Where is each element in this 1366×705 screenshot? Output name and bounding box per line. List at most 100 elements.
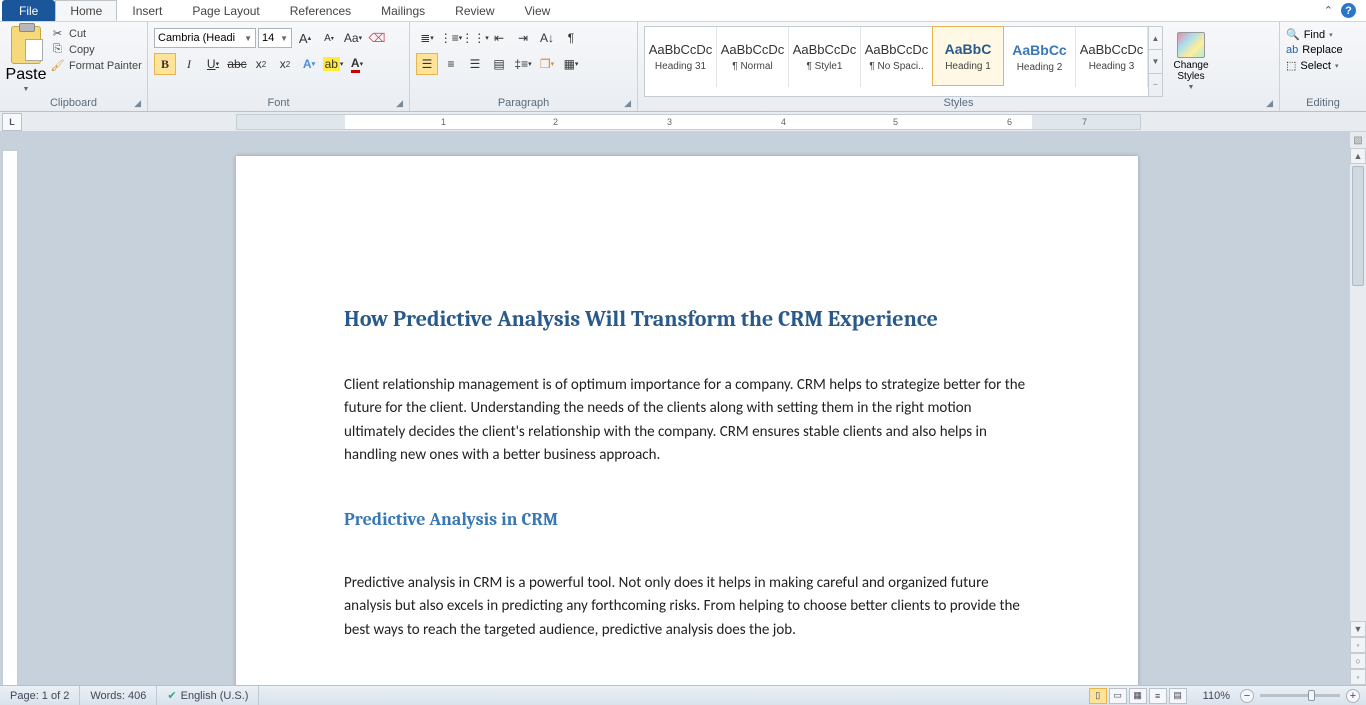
browse-object-icon[interactable]: ○ bbox=[1350, 653, 1366, 669]
gallery-down-icon[interactable]: ▼ bbox=[1149, 50, 1162, 73]
select-button[interactable]: ⬚Select▾ bbox=[1286, 59, 1343, 72]
zoom-knob[interactable] bbox=[1308, 690, 1315, 701]
numbering-button[interactable]: ⋮≡▾ bbox=[440, 27, 462, 49]
grow-font-button[interactable]: A▴ bbox=[294, 27, 316, 49]
view-web-layout[interactable]: ▦ bbox=[1129, 688, 1147, 704]
view-full-screen[interactable]: ▭ bbox=[1109, 688, 1127, 704]
zoom-slider[interactable] bbox=[1260, 694, 1340, 697]
next-page-icon[interactable]: ◦ bbox=[1350, 669, 1366, 685]
bold-button[interactable]: B bbox=[154, 53, 176, 75]
font-color-button[interactable]: A▾ bbox=[346, 53, 368, 75]
copy-icon: ⎘ bbox=[50, 43, 65, 56]
paste-label: Paste bbox=[6, 66, 47, 84]
tab-page-layout[interactable]: Page Layout bbox=[177, 0, 274, 21]
change-styles-button[interactable]: Change Styles ▼ bbox=[1169, 26, 1213, 97]
clipboard-dialog-icon[interactable]: ◢ bbox=[134, 98, 141, 109]
strikethrough-button[interactable]: abc bbox=[226, 53, 248, 75]
doc-heading1[interactable]: How Predictive Analysis Will Transform t… bbox=[344, 306, 1030, 332]
tab-insert[interactable]: Insert bbox=[117, 0, 177, 21]
status-zoom[interactable]: 110% bbox=[1193, 686, 1240, 705]
tab-review[interactable]: Review bbox=[440, 0, 509, 21]
gallery-up-icon[interactable]: ▲ bbox=[1149, 27, 1162, 50]
doc-paragraph[interactable]: Predictive analysis in CRM is a powerful… bbox=[344, 572, 1030, 642]
show-marks-button[interactable]: ¶ bbox=[560, 27, 582, 49]
change-styles-icon bbox=[1177, 32, 1205, 58]
style-style1[interactable]: AaBbCcDc¶ Style1 bbox=[789, 27, 861, 87]
superscript-button[interactable]: x2 bbox=[274, 53, 296, 75]
document-area: How Predictive Analysis Will Transform t… bbox=[0, 132, 1349, 685]
shrink-font-button[interactable]: A▾ bbox=[318, 27, 340, 49]
paragraph-group-label: Paragraph bbox=[498, 97, 549, 109]
view-draft[interactable]: ▤ bbox=[1169, 688, 1187, 704]
increase-indent-button[interactable]: ⇥ bbox=[512, 27, 534, 49]
align-left-button[interactable]: ☰ bbox=[416, 53, 438, 75]
change-case-button[interactable]: Aa▾ bbox=[342, 27, 364, 49]
status-language[interactable]: ✔English (U.S.) bbox=[157, 686, 259, 705]
view-print-layout[interactable]: ▯ bbox=[1089, 688, 1107, 704]
doc-heading2[interactable]: Predictive Analysis in CRM bbox=[344, 509, 1030, 530]
tab-selector[interactable]: L bbox=[2, 113, 22, 131]
find-button[interactable]: 🔍Find▾ bbox=[1286, 28, 1343, 41]
style-heading31[interactable]: AaBbCcDcHeading 31 bbox=[645, 27, 717, 87]
scroll-thumb[interactable] bbox=[1352, 166, 1364, 286]
tab-references[interactable]: References bbox=[275, 0, 366, 21]
scroll-down-icon[interactable]: ▼ bbox=[1350, 621, 1366, 637]
paragraph-dialog-icon[interactable]: ◢ bbox=[624, 98, 631, 109]
underline-button[interactable]: U▾ bbox=[202, 53, 224, 75]
replace-button[interactable]: abReplace bbox=[1286, 44, 1343, 56]
italic-button[interactable]: I bbox=[178, 53, 200, 75]
zoom-out-button[interactable]: − bbox=[1240, 689, 1254, 703]
highlight-button[interactable]: ab▾ bbox=[322, 53, 344, 75]
sort-button[interactable]: A↓ bbox=[536, 27, 558, 49]
minimize-ribbon-icon[interactable]: ⌃ bbox=[1324, 4, 1333, 17]
style-heading3[interactable]: AaBbCcDcHeading 3 bbox=[1076, 27, 1148, 87]
style-heading2[interactable]: AaBbCcHeading 2 bbox=[1004, 27, 1076, 87]
align-right-button[interactable]: ☰ bbox=[464, 53, 486, 75]
clear-formatting-button[interactable]: ⌫ bbox=[366, 27, 388, 49]
select-icon: ⬚ bbox=[1286, 59, 1296, 72]
multilevel-list-button[interactable]: ⋮⋮▾ bbox=[464, 27, 486, 49]
bullets-button[interactable]: ≣▾ bbox=[416, 27, 438, 49]
align-center-button[interactable]: ≡ bbox=[440, 53, 462, 75]
borders-button[interactable]: ▦▾ bbox=[560, 53, 582, 75]
copy-button[interactable]: ⎘Copy bbox=[50, 43, 142, 56]
document-page[interactable]: How Predictive Analysis Will Transform t… bbox=[236, 156, 1138, 685]
tab-view[interactable]: View bbox=[510, 0, 566, 21]
zoom-in-button[interactable]: + bbox=[1346, 689, 1360, 703]
tab-mailings[interactable]: Mailings bbox=[366, 0, 440, 21]
ruler-strip: L 1 2 3 4 5 6 7 bbox=[0, 112, 1366, 132]
tab-file[interactable]: File bbox=[2, 0, 55, 21]
text-effects-button[interactable]: A▾ bbox=[298, 53, 320, 75]
scroll-up-icon[interactable]: ▲ bbox=[1350, 148, 1366, 164]
style-heading1[interactable]: AaBbCHeading 1 bbox=[932, 26, 1004, 86]
cut-button[interactable]: ✂Cut bbox=[50, 27, 142, 40]
font-group-label: Font bbox=[267, 97, 289, 109]
view-outline[interactable]: ≡ bbox=[1149, 688, 1167, 704]
shading-button[interactable]: ❒▾ bbox=[536, 53, 558, 75]
horizontal-ruler[interactable]: 1 2 3 4 5 6 7 bbox=[236, 114, 1141, 130]
format-painter-icon: 🖌 bbox=[50, 59, 65, 72]
vertical-ruler[interactable] bbox=[2, 150, 18, 685]
gallery-more-icon[interactable]: ⎯ bbox=[1149, 74, 1162, 96]
tab-home[interactable]: Home bbox=[55, 0, 117, 21]
styles-dialog-icon[interactable]: ◢ bbox=[1266, 98, 1273, 109]
format-painter-button[interactable]: 🖌Format Painter bbox=[50, 59, 142, 72]
status-page[interactable]: Page: 1 of 2 bbox=[0, 686, 80, 705]
paste-button[interactable]: Paste ▼ bbox=[6, 24, 46, 93]
prev-page-icon[interactable]: ◦ bbox=[1350, 637, 1366, 653]
status-words[interactable]: Words: 406 bbox=[80, 686, 157, 705]
decrease-indent-button[interactable]: ⇤ bbox=[488, 27, 510, 49]
ruler-toggle-icon[interactable]: ▧ bbox=[1350, 132, 1366, 148]
line-spacing-button[interactable]: ‡≡▾ bbox=[512, 53, 534, 75]
style-normal[interactable]: AaBbCcDc¶ Normal bbox=[717, 27, 789, 87]
font-dialog-icon[interactable]: ◢ bbox=[396, 98, 403, 109]
doc-paragraph[interactable]: Client relationship management is of opt… bbox=[344, 374, 1030, 467]
scroll-track[interactable] bbox=[1350, 288, 1366, 621]
help-icon[interactable]: ? bbox=[1341, 3, 1356, 18]
styles-group-label: Styles bbox=[944, 97, 974, 109]
style-no-spacing[interactable]: AaBbCcDc¶ No Spaci.. bbox=[861, 27, 933, 87]
justify-button[interactable]: ▤ bbox=[488, 53, 510, 75]
font-name-combo[interactable]: Cambria (Headi▼ bbox=[154, 28, 256, 48]
subscript-button[interactable]: x2 bbox=[250, 53, 272, 75]
font-size-combo[interactable]: 14▼ bbox=[258, 28, 292, 48]
